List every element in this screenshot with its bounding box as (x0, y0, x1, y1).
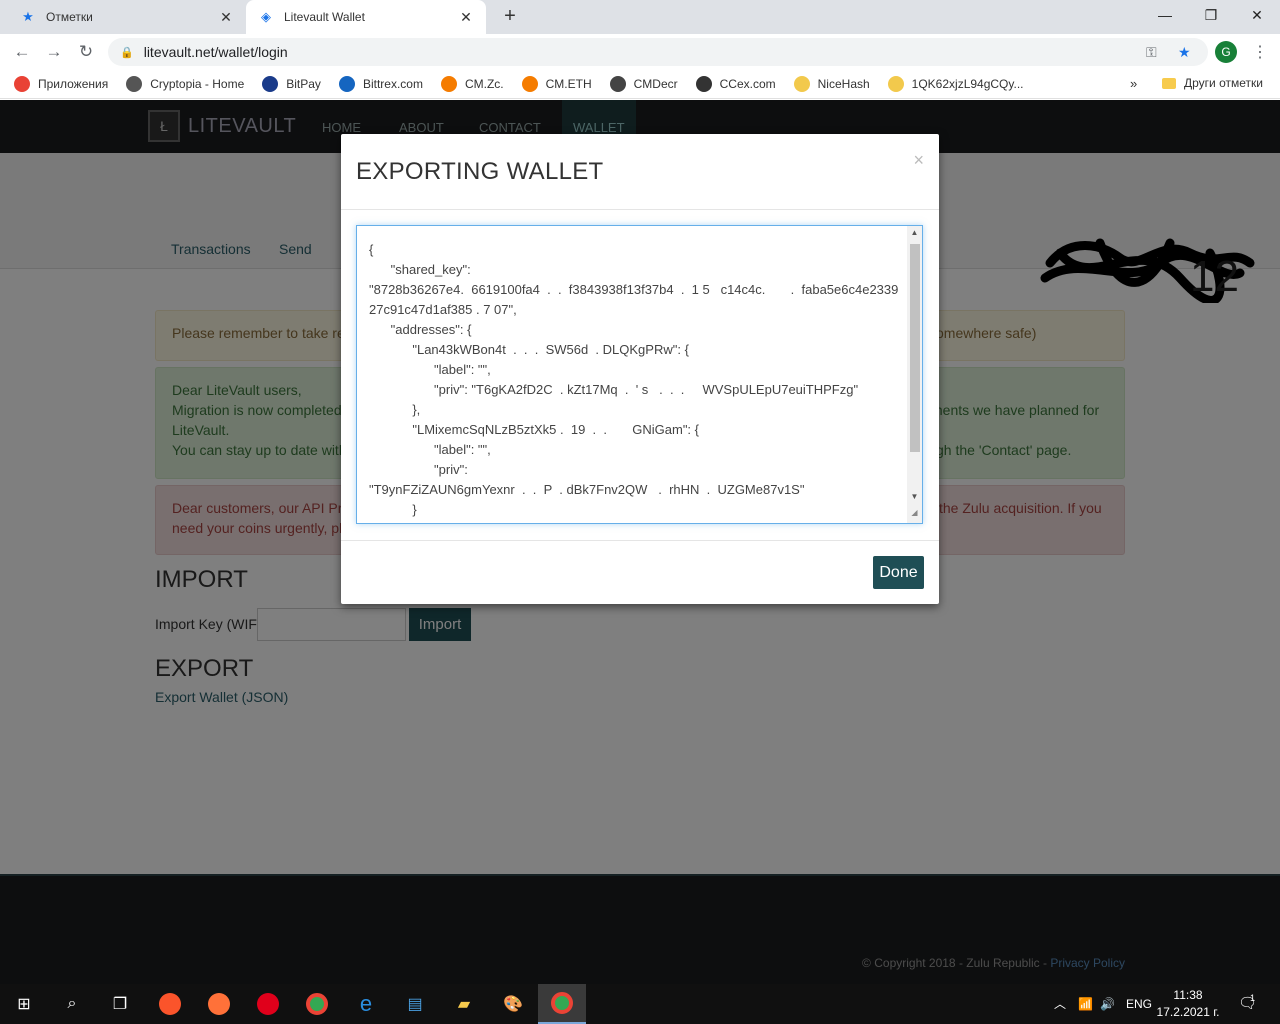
task-view-icon[interactable]: ❐ (96, 984, 144, 1024)
network-app-icon[interactable]: ▤ (391, 984, 439, 1024)
bookmark-label: BitPay (286, 77, 321, 91)
folder-icon (1162, 77, 1176, 89)
search-icon[interactable]: ⌕ (48, 984, 96, 1024)
scrollbar-thumb[interactable] (910, 244, 920, 452)
edge-icon[interactable]: e (342, 984, 390, 1024)
bookmark-label: Приложения (38, 77, 109, 91)
clock-time: 11:38 (1173, 988, 1203, 1002)
modal-close-icon[interactable]: × (913, 150, 924, 171)
bookmark-label: CMDecr (633, 77, 678, 91)
other-bookmarks-label: Други отметки (1184, 76, 1263, 90)
url-text: litevault.net/wallet/login (143, 44, 288, 60)
divider (341, 209, 939, 210)
chrome-active-icon[interactable] (538, 984, 586, 1024)
star-icon: ★ (22, 9, 34, 24)
bookmarks-more-button[interactable]: » (1130, 76, 1137, 91)
tray-expand-icon[interactable]: ︿ (1054, 984, 1066, 1024)
restore-icon[interactable]: ❐ (1188, 0, 1234, 30)
divider (341, 540, 939, 541)
other-bookmarks[interactable]: Други отметки (1162, 76, 1263, 90)
tab-bookmarks[interactable]: ★ Отметки ✕ (8, 0, 246, 34)
bookmark-favicon-icon (793, 76, 810, 92)
bookmark-item[interactable]: Bittrex.com (338, 76, 423, 92)
windows-start-icon[interactable]: ⊞ (0, 984, 48, 1024)
system-clock[interactable]: 11:38 17.2.2021 г. (1155, 987, 1221, 1021)
browser-toolbar: ← → ↻ 🔒 litevault.net/wallet/login ⚿ ★ G… (0, 34, 1280, 70)
bookmark-item[interactable]: Cryptopia - Home (126, 76, 244, 92)
bookmark-label: CCex.com (719, 77, 776, 91)
bookmark-favicon-icon (521, 76, 538, 92)
bookmark-item[interactable]: Приложения (14, 76, 108, 92)
bookmark-favicon-icon (887, 76, 904, 92)
scroll-down-icon[interactable]: ▼ (907, 492, 922, 501)
volume-icon[interactable]: 🔊 (1100, 984, 1115, 1024)
bookmark-item[interactable]: 1QK62xjzL94gCQy... (887, 76, 1024, 92)
bookmark-item[interactable]: CMDecr (609, 76, 678, 92)
firefox-icon[interactable] (195, 984, 243, 1024)
chrome-icon[interactable] (293, 984, 341, 1024)
bookmark-item[interactable]: BitPay (262, 76, 321, 92)
bookmark-label: Cryptopia - Home (150, 77, 245, 91)
export-wallet-modal: EXPORTING WALLET × { "shared_key": "8728… (341, 134, 939, 604)
bookmark-favicon-icon (262, 76, 279, 92)
close-icon[interactable]: ✕ (218, 9, 234, 26)
bookmark-item[interactable]: CM.ETH (521, 76, 592, 92)
bookmark-favicon-icon (338, 76, 355, 92)
notification-count: 1 (1250, 993, 1256, 1003)
bookmark-favicon-icon (695, 76, 712, 92)
bookmark-item[interactable]: NiceHash (793, 76, 870, 92)
tab-title: Отметки (46, 10, 93, 24)
file-explorer-icon[interactable]: ▰ (440, 984, 488, 1024)
profile-avatar[interactable]: G (1215, 41, 1237, 63)
reload-icon[interactable]: ↻ (74, 40, 98, 64)
bookmark-item[interactable]: CCex.com (695, 76, 776, 92)
new-tab-button[interactable]: + (498, 5, 522, 29)
litevault-icon: ◈ (261, 9, 271, 24)
bookmark-favicon-icon (126, 76, 143, 92)
wallet-json-text: { "shared_key": "8728b36267e4. 6619100fa… (369, 242, 899, 517)
bookmark-star-icon[interactable]: ★ (1178, 38, 1191, 66)
clock-date: 17.2.2021 г. (1156, 1005, 1220, 1019)
tab-litevault[interactable]: ◈ Litevault Wallet ✕ (246, 0, 486, 34)
scroll-up-icon[interactable]: ▲ (907, 228, 922, 237)
address-bar[interactable]: 🔒 litevault.net/wallet/login ⚿ ★ (108, 38, 1208, 66)
done-button[interactable]: Done (873, 556, 924, 589)
language-indicator[interactable]: ENG (1126, 984, 1152, 1024)
lock-icon: 🔒 (120, 46, 134, 59)
bookmark-favicon-icon (609, 76, 626, 92)
menu-icon[interactable]: ⋮ (1252, 42, 1268, 62)
bookmark-item[interactable]: CM.Zc. (440, 76, 504, 92)
windows-taskbar: ⊞ ⌕ ❐ e ▤ ▰ 🎨 ︿ 📶 🔊 ENG 11:38 17.2.2021 … (0, 984, 1280, 1024)
wifi-icon[interactable]: 📶 (1078, 984, 1093, 1024)
resize-handle-icon[interactable]: ◢ (907, 508, 922, 517)
paint-icon[interactable]: 🎨 (489, 984, 537, 1024)
minimize-icon[interactable]: — (1142, 0, 1188, 30)
bookmark-label: NiceHash (817, 77, 870, 91)
bookmark-favicon-icon (440, 76, 457, 92)
window-close-icon[interactable]: ✕ (1234, 0, 1280, 30)
bookmark-label: CM.Zc. (464, 77, 504, 91)
textarea-scrollbar[interactable]: ▲ ▼ ◢ (907, 226, 922, 523)
bookmark-label: Bittrex.com (362, 77, 423, 91)
key-icon[interactable]: ⚿ (1146, 38, 1157, 66)
bookmarks-bar: Приложения Cryptopia - Home BitPay Bittrex.… (0, 70, 1280, 99)
forward-icon[interactable]: → (42, 40, 66, 64)
tab-title: Litevault Wallet (284, 10, 365, 24)
bookmark-label: 1QK62xjzL94gCQy... (911, 77, 1024, 91)
browser-tab-bar: ★ Отметки ✕ ◈ Litevault Wallet ✕ + — ❐ ✕ (0, 0, 1280, 34)
opera-icon[interactable] (244, 984, 292, 1024)
brave-icon[interactable] (146, 984, 194, 1024)
bookmark-label: CM.ETH (545, 77, 592, 91)
modal-title: EXPORTING WALLET (356, 158, 604, 185)
back-icon[interactable]: ← (10, 40, 34, 64)
bookmark-favicon-icon (14, 76, 30, 92)
wallet-json-textarea[interactable]: { "shared_key": "8728b36267e4. 6619100fa… (356, 225, 923, 524)
close-icon[interactable]: ✕ (458, 9, 474, 26)
